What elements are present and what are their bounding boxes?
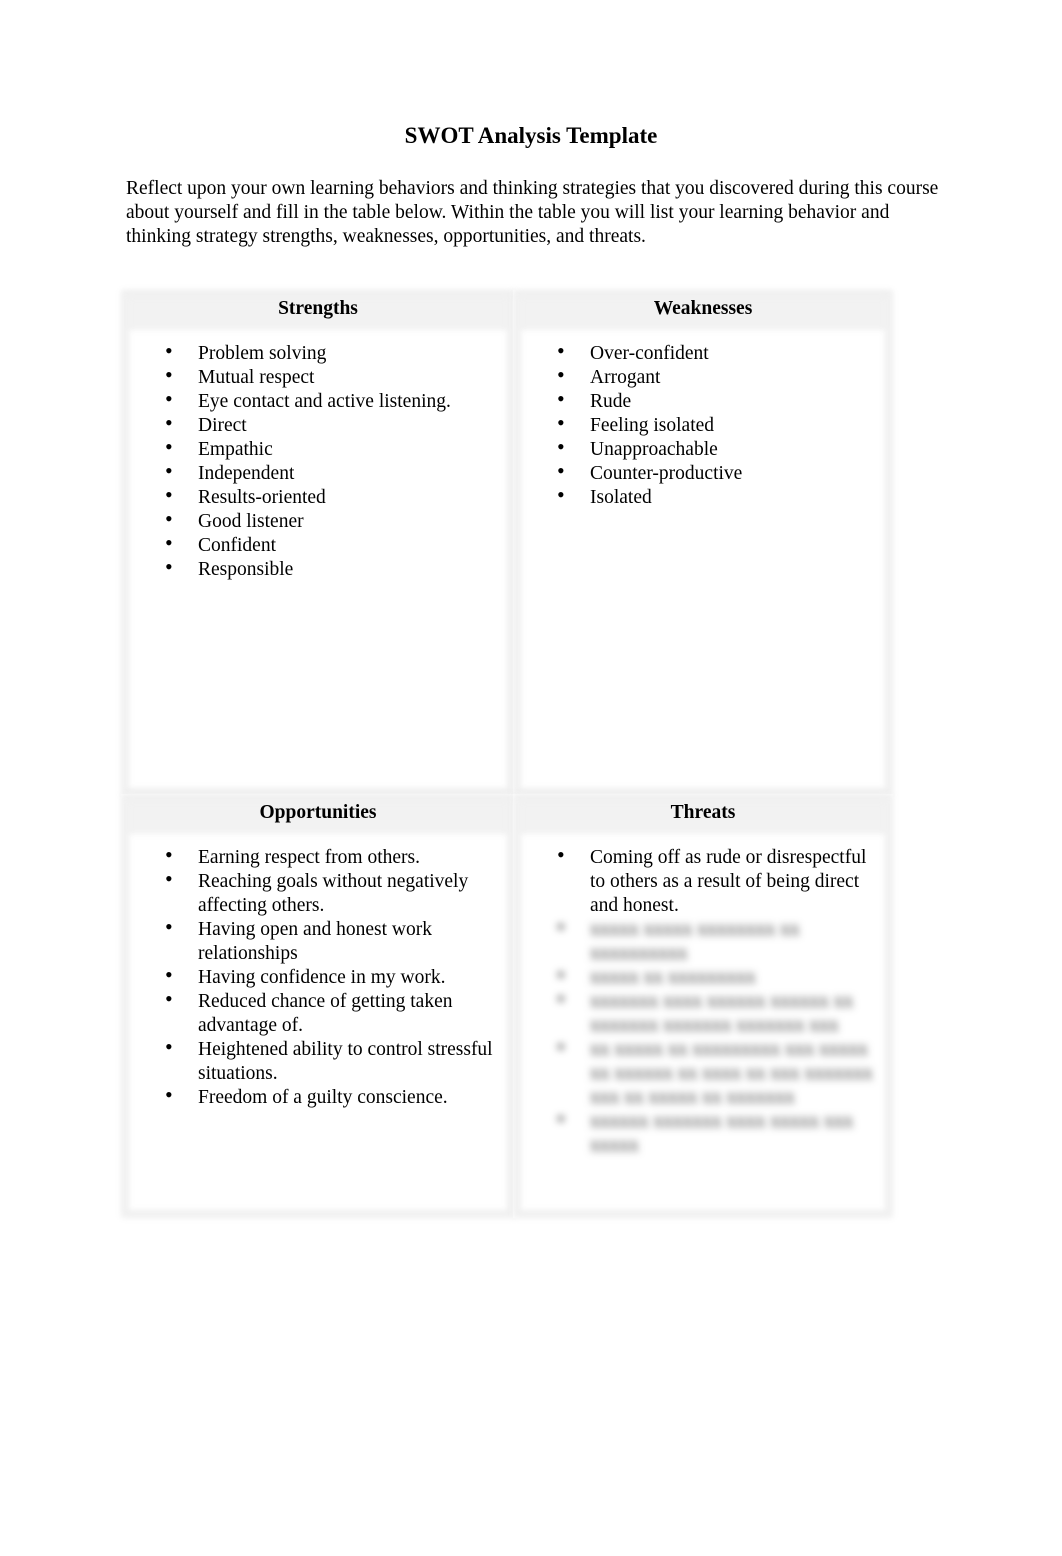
blurred-list-item: xx xxxxx xx xxxxxxxxx xxx xxxxx xx xxxxx… bbox=[513, 1035, 885, 1110]
list-item: Over-confident bbox=[513, 339, 885, 366]
list-item: Responsible bbox=[121, 555, 507, 582]
list-item: Reduced chance of getting taken advantag… bbox=[121, 987, 507, 1038]
list-item: Empathic bbox=[121, 435, 507, 462]
blurred-list-item: xxxxxx xxxxxxx xxxx xxxxx xxx xxxxx bbox=[513, 1107, 885, 1158]
list-item: Heightened ability to control stressful … bbox=[121, 1035, 507, 1086]
threats-heading: Threats bbox=[670, 802, 736, 823]
list-item: Unapproachable bbox=[513, 435, 885, 462]
list-item: Rude bbox=[513, 387, 885, 414]
weaknesses-cell: Weaknesses Over-confidentArrogantRudeFee… bbox=[513, 290, 893, 796]
list-item: Freedom of a guilty conscience. bbox=[121, 1083, 507, 1110]
list-item: Eye contact and active listening. bbox=[121, 387, 507, 414]
weaknesses-heading: Weaknesses bbox=[653, 298, 753, 319]
list-item: Counter-productive bbox=[513, 459, 885, 486]
list-item: Arrogant bbox=[513, 363, 885, 390]
list-item: Mutual respect bbox=[121, 363, 507, 390]
list-item: Results-oriented bbox=[121, 483, 507, 510]
strengths-cell: Strengths Problem solvingMutual respectE… bbox=[121, 290, 515, 796]
list-item: Having confidence in my work. bbox=[121, 963, 507, 990]
list-item: Isolated bbox=[513, 483, 885, 510]
opportunities-list: Earning respect from others.Reaching goa… bbox=[121, 843, 507, 1110]
blurred-list-item: xxxxxxx xxxx xxxxxx xxxxxx xx xxxxxxx xx… bbox=[513, 987, 885, 1038]
list-item: Feeling isolated bbox=[513, 411, 885, 438]
list-item: Independent bbox=[121, 459, 507, 486]
list-item: Direct bbox=[121, 411, 507, 438]
threats-cell: Threats Coming off as rude or disrespect… bbox=[513, 794, 893, 1218]
opportunities-heading: Opportunities bbox=[259, 802, 377, 823]
swot-table: Strengths Problem solvingMutual respectE… bbox=[121, 290, 893, 1218]
blurred-list-item: xxxxx xx xxxxxxxxx bbox=[513, 963, 885, 990]
document-title: SWOT Analysis Template bbox=[404, 123, 658, 148]
list-item: Having open and honest work relationship… bbox=[121, 915, 507, 966]
strengths-heading: Strengths bbox=[278, 298, 358, 319]
list-item: Problem solving bbox=[121, 339, 507, 366]
list-item: Earning respect from others. bbox=[121, 843, 507, 870]
list-item: Coming off as rude or disrespectful to o… bbox=[513, 843, 885, 918]
threats-list: Coming off as rude or disrespectful to o… bbox=[513, 843, 885, 1158]
blurred-list-item: xxxxx xxxxx xxxxxxxx xx xxxxxxxxxx bbox=[513, 915, 885, 966]
intro-paragraph: Reflect upon your own learning behaviors… bbox=[126, 178, 939, 247]
list-item: Reaching goals without negatively affect… bbox=[121, 867, 507, 918]
weaknesses-list: Over-confidentArrogantRudeFeeling isolat… bbox=[513, 339, 885, 510]
list-item: Good listener bbox=[121, 507, 507, 534]
list-item: Confident bbox=[121, 531, 507, 558]
strengths-list: Problem solvingMutual respectEye contact… bbox=[121, 339, 507, 582]
opportunities-cell: Opportunities Earning respect from other… bbox=[121, 794, 515, 1218]
